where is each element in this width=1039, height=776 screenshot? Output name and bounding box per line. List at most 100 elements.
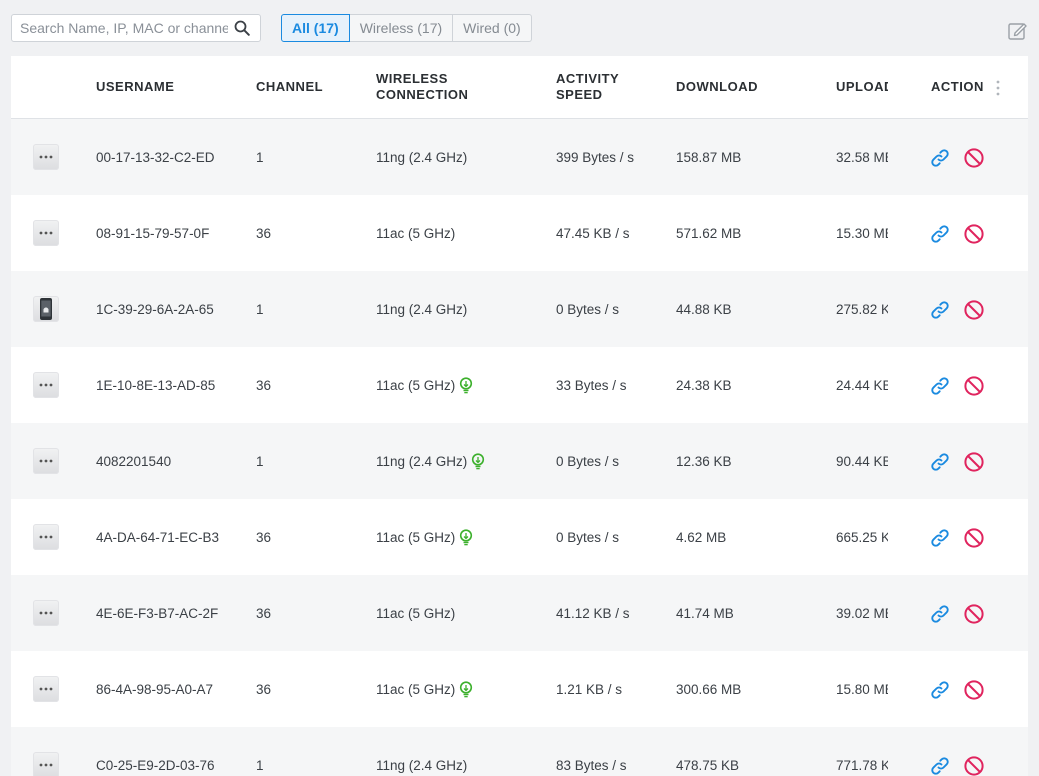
android-phone-icon (33, 296, 59, 322)
link-icon[interactable] (929, 375, 951, 397)
activity-speed-cell: 0 Bytes / s (556, 301, 620, 317)
channel-cell: 1 (256, 301, 264, 317)
username-cell[interactable]: 4E-6E-F3-B7-AC-2F (96, 575, 246, 651)
channel-cell: 36 (256, 377, 272, 393)
wireless-connection-text: 11ac (5 GHz) (376, 225, 456, 241)
header-action: ACTION (931, 79, 984, 94)
block-icon[interactable] (963, 147, 985, 169)
generic-device-icon (33, 220, 59, 246)
block-icon[interactable] (963, 375, 985, 397)
table-row[interactable]: 86-4A-98-95-A0-A7 36 11ac (5 GHz) 1.21 KB /… (11, 651, 1028, 727)
wireless-connection-cell: 11ac (5 GHz) (376, 195, 546, 271)
lightbulb-icon (459, 528, 473, 546)
table-row[interactable]: 4A-DA-64-71-EC-B3 36 11ac (5 GHz) 0 Bytes /… (11, 499, 1028, 575)
generic-device-icon (33, 752, 59, 776)
more-vertical-icon[interactable] (996, 80, 1000, 96)
search-input[interactable] (20, 19, 228, 37)
lightbulb-icon (459, 680, 473, 698)
block-icon[interactable] (963, 755, 985, 776)
activity-speed-cell: 83 Bytes / s (556, 757, 627, 773)
username-cell[interactable]: 4A-DA-64-71-EC-B3 (96, 499, 246, 575)
generic-device-icon (33, 144, 59, 170)
search-box[interactable] (11, 14, 261, 42)
header-username[interactable]: USERNAME (96, 56, 246, 118)
search-icon[interactable] (234, 20, 250, 36)
download-cell: 12.36 KB (676, 453, 732, 469)
channel-cell: 1 (256, 757, 264, 773)
filter-all-button[interactable]: All (17) (281, 14, 350, 42)
wireless-connection-cell: 11ac (5 GHz) (376, 651, 546, 727)
table-row[interactable]: C0-25-E9-2D-03-76 1 11ng (2.4 GHz) 83 Bytes… (11, 727, 1028, 776)
lightbulb-icon (459, 376, 473, 394)
activity-speed-cell: 33 Bytes / s (556, 377, 627, 393)
header-upload[interactable]: UPLOAD (836, 56, 888, 118)
link-icon[interactable] (929, 147, 951, 169)
wireless-connection-cell: 11ng (2.4 GHz) (376, 271, 546, 347)
download-cell: 571.62 MB (676, 225, 742, 241)
channel-cell: 1 (256, 149, 264, 165)
wireless-connection-cell: 11ng (2.4 GHz) (376, 727, 546, 776)
activity-speed-cell: 41.12 KB / s (556, 605, 630, 621)
activity-speed-cell: 0 Bytes / s (556, 529, 620, 545)
lightbulb-icon (471, 452, 485, 470)
block-icon[interactable] (963, 679, 985, 701)
username-cell[interactable]: 00-17-13-32-C2-ED (96, 119, 246, 195)
username-cell[interactable]: 1E-10-8E-13-AD-85 (96, 347, 246, 423)
block-icon[interactable] (963, 527, 985, 549)
upload-cell: 15.30 MB (836, 225, 888, 241)
link-icon[interactable] (929, 451, 951, 473)
block-icon[interactable] (963, 299, 985, 321)
table-row[interactable]: 1E-10-8E-13-AD-85 36 11ac (5 GHz) 33 Bytes … (11, 347, 1028, 423)
table-row[interactable]: 1C-39-29-6A-2A-65 1 11ng (2.4 GHz) 0 Bytes … (11, 271, 1028, 347)
wireless-connection-text: 11ac (5 GHz) (376, 377, 456, 393)
header-activity-speed[interactable]: ACTIVITY SPEED (556, 56, 666, 118)
activity-speed-cell: 0 Bytes / s (556, 453, 620, 469)
activity-speed-cell: 399 Bytes / s (556, 149, 635, 165)
link-icon[interactable] (929, 299, 951, 321)
download-cell: 4.62 MB (676, 529, 727, 545)
block-icon[interactable] (963, 603, 985, 625)
table-body: 00-17-13-32-C2-ED 1 11ng (2.4 GHz) 399 Byte… (11, 119, 1028, 776)
username-cell[interactable]: 86-4A-98-95-A0-A7 (96, 651, 246, 727)
username-cell[interactable]: 4082201540 (96, 423, 246, 499)
channel-cell: 36 (256, 605, 272, 621)
channel-cell: 36 (256, 681, 272, 697)
upload-cell: 15.80 MB (836, 681, 888, 697)
wireless-connection-cell: 11ng (2.4 GHz) (376, 423, 546, 499)
wireless-connection-text: 11ac (5 GHz) (376, 605, 456, 621)
table-row[interactable]: 4082201540 1 11ng (2.4 GHz) 0 Bytes / s 12.3… (11, 423, 1028, 499)
download-cell: 158.87 MB (676, 149, 742, 165)
link-icon[interactable] (929, 755, 951, 776)
link-icon[interactable] (929, 527, 951, 549)
edit-columns-icon[interactable] (1007, 20, 1029, 42)
header-wireless-connection[interactable]: WIRELESS CONNECTION (376, 56, 546, 118)
download-cell: 24.38 KB (676, 377, 732, 393)
filter-wireless-button[interactable]: Wireless (17) (349, 14, 454, 42)
header-download[interactable]: DOWNLOAD (676, 56, 826, 118)
wireless-connection-cell: 11ac (5 GHz) (376, 499, 546, 575)
table-row[interactable]: 08-91-15-79-57-0F 36 11ac (5 GHz) 47.45 KB … (11, 195, 1028, 271)
block-icon[interactable] (963, 223, 985, 245)
link-icon[interactable] (929, 603, 951, 625)
wireless-connection-text: 11ng (2.4 GHz) (376, 301, 468, 317)
channel-cell: 36 (256, 529, 272, 545)
block-icon[interactable] (963, 451, 985, 473)
generic-device-icon (33, 600, 59, 626)
wireless-connection-cell: 11ac (5 GHz) (376, 575, 546, 651)
header-channel[interactable]: CHANNEL (256, 56, 366, 118)
link-icon[interactable] (929, 679, 951, 701)
username-cell[interactable]: 1C-39-29-6A-2A-65 (96, 271, 246, 347)
link-icon[interactable] (929, 223, 951, 245)
wireless-connection-cell: 11ac (5 GHz) (376, 347, 546, 423)
upload-cell: 90.44 KB (836, 453, 888, 469)
download-cell: 41.74 MB (676, 605, 734, 621)
toolbar: All (17) Wireless (17) Wired (0) (11, 14, 1029, 42)
username-cell[interactable]: 08-91-15-79-57-0F (96, 195, 246, 271)
username-cell[interactable]: C0-25-E9-2D-03-76 (96, 727, 246, 776)
filter-wired-button[interactable]: Wired (0) (453, 14, 532, 42)
upload-cell: 771.78 KB (836, 757, 888, 773)
table-row[interactable]: 00-17-13-32-C2-ED 1 11ng (2.4 GHz) 399 Byte… (11, 119, 1028, 195)
table-row[interactable]: 4E-6E-F3-B7-AC-2F 36 11ac (5 GHz) 41.12 KB … (11, 575, 1028, 651)
wireless-connection-text: 11ac (5 GHz) (376, 529, 456, 545)
wireless-connection-text: 11ng (2.4 GHz) (376, 453, 468, 469)
